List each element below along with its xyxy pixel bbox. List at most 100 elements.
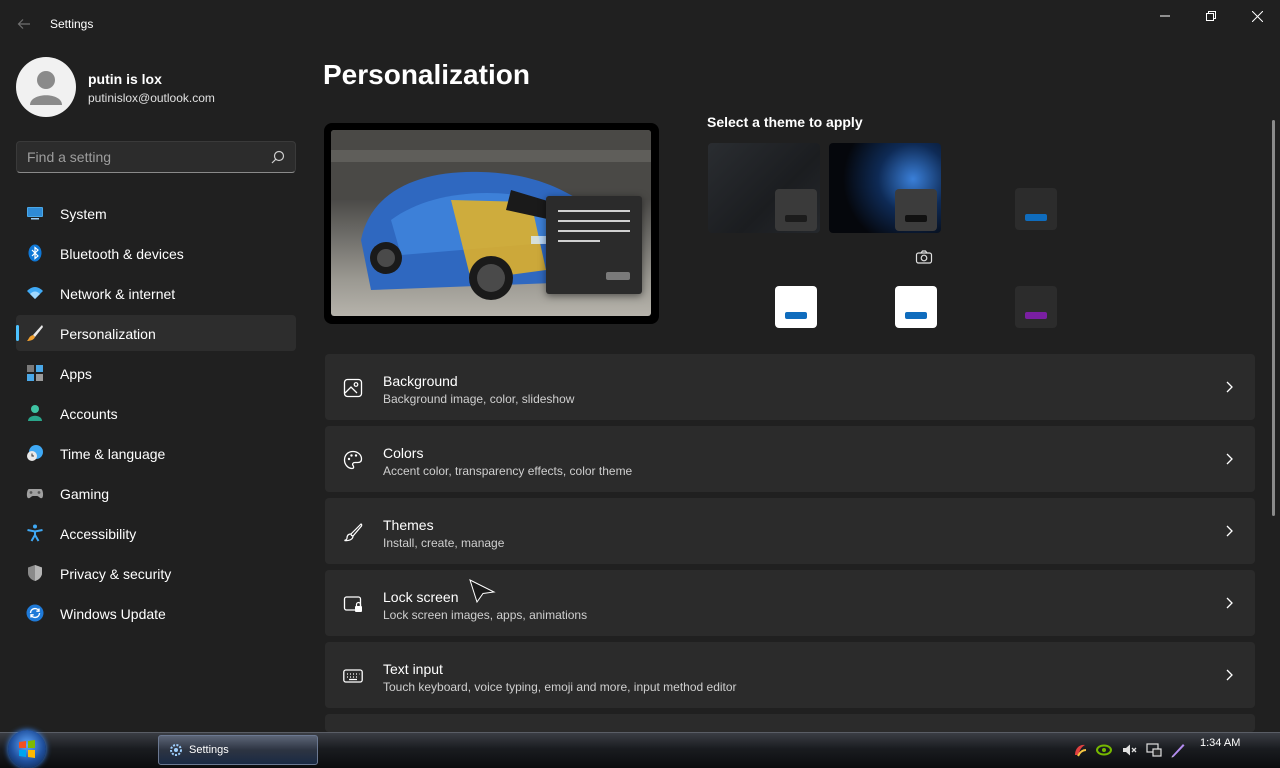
gear-icon xyxy=(170,744,182,756)
theme-chip-bar xyxy=(905,312,927,319)
taskbar-clock[interactable]: 1:34 AM xyxy=(1200,737,1240,749)
card-background[interactable]: Background Background image, color, slid… xyxy=(325,354,1255,420)
restore-button[interactable] xyxy=(1188,0,1234,32)
wallpaper-preview xyxy=(331,130,651,316)
sidebar-item-label: System xyxy=(60,206,107,222)
back-button[interactable] xyxy=(12,12,36,36)
user-email: putinislox@outlook.com xyxy=(88,91,215,105)
sidebar-item-label: Gaming xyxy=(60,486,110,502)
sidebar-item-label: Windows Update xyxy=(60,606,166,622)
card-title: Background xyxy=(383,373,458,389)
app-title: Settings xyxy=(50,17,94,31)
preview-button xyxy=(606,272,630,280)
camera-icon[interactable] xyxy=(915,249,933,265)
theme-tile-car-wallpaper[interactable] xyxy=(829,143,941,233)
sidebar-item-apps[interactable]: Apps xyxy=(16,355,296,391)
theme-chip-bar xyxy=(1025,214,1047,221)
nvidia-tray-icon[interactable] xyxy=(1096,742,1112,758)
scrollbar[interactable] xyxy=(1272,120,1275,516)
preview-line xyxy=(558,230,630,232)
accessibility-icon xyxy=(27,524,43,542)
minimize-button[interactable] xyxy=(1142,0,1188,32)
theme-chip xyxy=(775,189,817,231)
sidebar-item-time-language[interactable]: Time & language xyxy=(16,435,296,471)
sidebar-item-accessibility[interactable]: Accessibility xyxy=(16,515,296,551)
security-tray-icon[interactable] xyxy=(1072,742,1088,758)
theme-tile-light[interactable] xyxy=(775,286,817,328)
user-profile[interactable]: putin is lox putinislox@outlook.com xyxy=(16,57,296,117)
sidebar-item-gaming[interactable]: Gaming xyxy=(16,475,296,511)
shield-icon xyxy=(28,565,42,581)
sidebar-item-system[interactable]: System xyxy=(16,195,296,231)
card-subtitle: Background image, color, slideshow xyxy=(383,392,575,406)
user-name: putin is lox xyxy=(88,71,162,87)
card-subtitle: Touch keyboard, voice typing, emoji and … xyxy=(383,680,737,694)
avatar xyxy=(16,57,76,117)
card-partial[interactable] xyxy=(325,714,1255,732)
theme-tile-dark-blue[interactable] xyxy=(1015,188,1057,230)
user-avatar-icon xyxy=(30,71,62,105)
close-button[interactable] xyxy=(1234,0,1280,32)
sidebar-item-accounts[interactable]: Accounts xyxy=(16,395,296,431)
search-input[interactable] xyxy=(27,148,257,166)
wifi-icon xyxy=(27,287,43,299)
page-title: Personalization xyxy=(323,59,530,90)
clock-globe-icon xyxy=(27,445,43,461)
start-button[interactable] xyxy=(8,730,46,768)
sidebar-item-label: Personalization xyxy=(60,326,156,342)
bluetooth-icon xyxy=(28,244,42,262)
system-icon xyxy=(27,207,43,220)
preview-line xyxy=(558,240,600,242)
title-bar: Settings xyxy=(0,0,1280,48)
card-lock-screen[interactable]: Lock screen Lock screen images, apps, an… xyxy=(325,570,1255,636)
card-title: Text input xyxy=(383,661,443,677)
card-subtitle: Lock screen images, apps, animations xyxy=(383,608,588,622)
card-title: Themes xyxy=(383,517,434,533)
network-tray-icon[interactable] xyxy=(1146,742,1162,758)
gamepad-icon xyxy=(26,489,44,499)
sidebar-item-network[interactable]: Network & internet xyxy=(16,275,296,311)
chevron-right-icon xyxy=(1226,669,1233,681)
theme-preview xyxy=(324,123,659,324)
theme-tile-light-blue[interactable] xyxy=(895,286,937,328)
apps-icon xyxy=(27,365,43,381)
theme-chip xyxy=(895,189,937,231)
card-colors[interactable]: Colors Accent color, transparency effect… xyxy=(325,426,1255,492)
card-themes[interactable]: Themes Install, create, manage xyxy=(325,498,1255,564)
system-tray xyxy=(1066,736,1280,766)
sidebar-item-privacy[interactable]: Privacy & security xyxy=(16,555,296,591)
sidebar-item-label: Time & language xyxy=(60,446,166,462)
search-box[interactable] xyxy=(16,141,296,173)
card-text-input[interactable]: Text input Touch keyboard, voice typing,… xyxy=(325,642,1255,708)
image-icon xyxy=(343,378,363,398)
sidebar-item-windows-update[interactable]: Windows Update xyxy=(16,595,296,631)
theme-tile-dark[interactable] xyxy=(708,143,820,233)
theme-tile-purple[interactable] xyxy=(1015,286,1057,328)
chevron-right-icon xyxy=(1226,597,1233,609)
brush-icon xyxy=(27,325,43,341)
sidebar-item-label: Network & internet xyxy=(60,286,176,302)
sidebar-item-label: Apps xyxy=(60,366,92,382)
sidebar-item-bluetooth[interactable]: Bluetooth & devices xyxy=(16,235,296,271)
close-icon xyxy=(1251,10,1263,22)
theme-heading: Select a theme to apply xyxy=(707,114,863,130)
theme-chip-bar xyxy=(785,215,807,222)
sidebar-item-label: Accounts xyxy=(60,406,118,422)
accounts-icon xyxy=(28,405,42,421)
pen-tray-icon[interactable] xyxy=(1170,742,1186,758)
theme-chip-bar xyxy=(785,312,807,319)
card-subtitle: Install, create, manage xyxy=(383,536,505,550)
lock-screen-icon xyxy=(343,596,362,612)
card-title: Lock screen xyxy=(383,589,459,605)
chevron-right-icon xyxy=(1226,381,1233,393)
taskbar-settings-button[interactable]: Settings xyxy=(158,735,318,765)
sidebar-nav: System Bluetooth & devices Network & int… xyxy=(16,195,296,635)
theme-chip-bar xyxy=(905,215,927,222)
keyboard-icon xyxy=(343,669,363,683)
preview-line xyxy=(558,220,630,222)
volume-muted-icon[interactable] xyxy=(1122,742,1138,758)
sidebar-item-personalization[interactable]: Personalization xyxy=(16,315,296,351)
preview-window-mock xyxy=(546,196,642,294)
sidebar-item-label: Accessibility xyxy=(60,526,137,542)
search-icon[interactable] xyxy=(271,150,285,164)
